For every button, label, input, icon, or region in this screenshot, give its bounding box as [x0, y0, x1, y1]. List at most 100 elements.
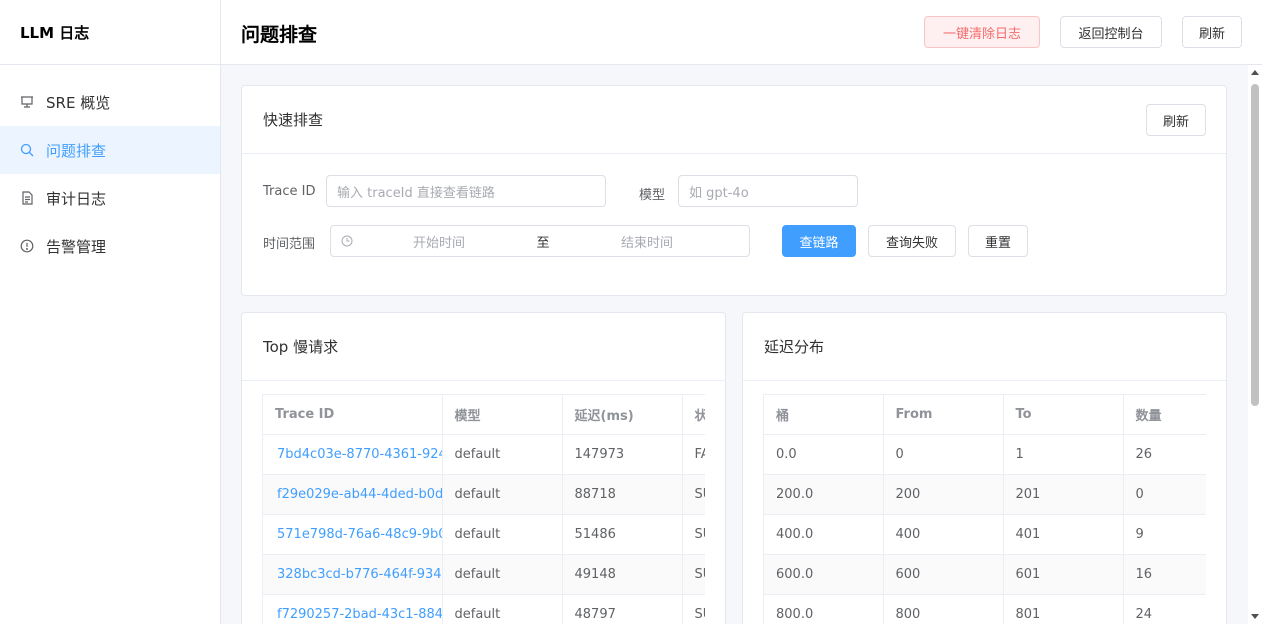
table-cell: 0	[1123, 474, 1206, 515]
trace-id-label: Trace ID	[263, 184, 316, 199]
table-cell: default	[442, 554, 563, 595]
table-header-row: 桶 From To 数量	[764, 395, 1206, 435]
range-separator: 至	[536, 235, 550, 251]
table-cell: 200.0	[764, 474, 884, 515]
table-cell: 51486	[562, 514, 683, 555]
table-cell: FAILED	[682, 434, 705, 475]
table-cell: 401	[1003, 514, 1124, 555]
table-row: 600.0 600 601 16	[764, 554, 1206, 595]
scroll-down-arrow-icon[interactable]	[1251, 614, 1259, 619]
table-cell: 49148	[562, 554, 683, 595]
end-time-input[interactable]: 结束时间	[561, 232, 733, 251]
quick-troubleshoot-card: 快速排查 刷新 Trace ID 输入 traceId 直接查看链路 模型 如 …	[241, 85, 1227, 296]
column-header[interactable]: 状态	[682, 395, 705, 435]
sidebar-item-label: SRE 概览	[46, 93, 111, 112]
trace-id-link[interactable]: f29e029e-ab44-4ded-b0d8	[263, 474, 443, 515]
app-title: LLM 日志	[0, 0, 220, 65]
column-header[interactable]: 数量	[1123, 395, 1206, 435]
trace-id-link[interactable]: 328bc3cd-b776-464f-934d	[263, 554, 443, 595]
table-cell: 400.0	[764, 514, 884, 555]
back-to-console-button[interactable]: 返回控制台	[1060, 16, 1162, 48]
quick-refresh-button[interactable]: 刷新	[1146, 104, 1206, 136]
sidebar-item-troubleshoot[interactable]: 问题排查	[0, 126, 220, 174]
slow-card-title: Top 慢请求	[263, 338, 339, 356]
time-range-picker[interactable]: 开始时间 至 结束时间	[330, 225, 750, 257]
time-range-label: 时间范围	[263, 237, 316, 252]
sidebar-item-label: 告警管理	[46, 237, 107, 256]
clock-icon	[341, 235, 353, 247]
quick-card-title: 快速排查	[263, 111, 324, 129]
sidebar-menu: SRE 概览 问题排查 审计日志 告警管理	[0, 78, 220, 270]
scrollbar-thumb[interactable]	[1251, 84, 1259, 406]
clear-logs-button[interactable]: 一键清除日志	[924, 16, 1040, 48]
query-failures-button[interactable]: 查询失败	[868, 225, 956, 257]
sidebar-item-label: 审计日志	[46, 189, 107, 208]
table-cell: default	[442, 434, 563, 475]
reset-button[interactable]: 重置	[968, 225, 1028, 257]
column-header[interactable]: Trace ID	[263, 395, 443, 435]
trace-id-link[interactable]: 7bd4c03e-8770-4361-9245	[263, 434, 443, 475]
trace-id-link[interactable]: 571e798d-76a6-48c9-9b07	[263, 514, 443, 555]
table-cell: 201	[1003, 474, 1124, 515]
table-cell: 9	[1123, 514, 1206, 555]
table-cell: 400	[883, 514, 1004, 555]
column-header[interactable]: 模型	[442, 395, 563, 435]
table-header-row: Trace ID 模型 延迟(ms) 状态	[263, 395, 705, 435]
table-row: 400.0 400 401 9	[764, 514, 1206, 555]
table-cell: 0	[883, 434, 1004, 475]
table-cell: SUCCESS	[682, 554, 705, 595]
page-scrollbar[interactable]	[1248, 65, 1262, 624]
trace-id-input[interactable]: 输入 traceId 直接查看链路	[326, 175, 606, 207]
column-header[interactable]: To	[1003, 395, 1124, 435]
table-cell: 16	[1123, 554, 1206, 595]
table-row: 7bd4c03e-8770-4361-9245 default 147973 F…	[263, 434, 705, 475]
table-cell: 800.0	[764, 594, 884, 624]
slow-requests-table: Trace ID 模型 延迟(ms) 状态 7bd4c03e-8770-4361…	[262, 394, 705, 624]
sidebar-item-alerts[interactable]: 告警管理	[0, 222, 220, 270]
table-row: 571e798d-76a6-48c9-9b07 default 51486 SU…	[263, 514, 705, 555]
latency-distribution-card: 延迟分布 桶 From To 数量 0.0 0 1 26 200.0 200 2…	[742, 312, 1227, 624]
table-cell: 1	[1003, 434, 1124, 475]
table-cell: 147973	[562, 434, 683, 475]
table-cell: 24	[1123, 594, 1206, 624]
table-cell: 200	[883, 474, 1004, 515]
query-trace-button[interactable]: 查链路	[782, 225, 856, 257]
latency-table: 桶 From To 数量 0.0 0 1 26 200.0 200 201 0 …	[763, 394, 1206, 624]
column-header[interactable]: From	[883, 395, 1004, 435]
page-header: 问题排查 一键清除日志 返回控制台 刷新	[221, 0, 1262, 65]
alert-circle-icon	[20, 239, 34, 253]
table-cell: default	[442, 474, 563, 515]
latency-card-header: 延迟分布	[743, 313, 1226, 381]
table-cell: 26	[1123, 434, 1206, 475]
slow-card-header: Top 慢请求	[242, 313, 725, 381]
search-icon	[20, 143, 34, 157]
table-cell: 48797	[562, 594, 683, 624]
model-input[interactable]: 如 gpt-4o	[678, 175, 858, 207]
table-row: 800.0 800 801 24	[764, 594, 1206, 624]
slow-requests-card: Top 慢请求 Trace ID 模型 延迟(ms) 状态 7bd4c03e-8…	[241, 312, 726, 624]
sidebar-item-sre-overview[interactable]: SRE 概览	[0, 78, 220, 126]
table-cell: 800	[883, 594, 1004, 624]
sidebar-item-audit-log[interactable]: 审计日志	[0, 174, 220, 222]
model-label: 模型	[639, 188, 666, 203]
page-title: 问题排查	[241, 24, 318, 46]
table-row: f7290257-2bad-43c1-884c default 48797 SU…	[263, 594, 705, 624]
table-row: 328bc3cd-b776-464f-934d default 49148 SU…	[263, 554, 705, 595]
table-row: 0.0 0 1 26	[764, 434, 1206, 475]
table-cell: SUCCESS	[682, 474, 705, 515]
column-header[interactable]: 延迟(ms)	[562, 395, 683, 435]
column-header[interactable]: 桶	[764, 395, 884, 435]
table-cell: SUCCESS	[682, 514, 705, 555]
start-time-input[interactable]: 开始时间	[353, 232, 525, 251]
trace-id-link[interactable]: f7290257-2bad-43c1-884c	[263, 594, 443, 624]
table-cell: 600.0	[764, 554, 884, 595]
table-cell: 601	[1003, 554, 1124, 595]
table-row: f29e029e-ab44-4ded-b0d8 default 88718 SU…	[263, 474, 705, 515]
table-row: 200.0 200 201 0	[764, 474, 1206, 515]
document-icon	[20, 191, 34, 205]
scroll-up-arrow-icon[interactable]	[1251, 70, 1259, 75]
table-cell: SUCCESS	[682, 594, 705, 624]
table-cell: 801	[1003, 594, 1124, 624]
header-refresh-button[interactable]: 刷新	[1182, 16, 1242, 48]
table-cell: 600	[883, 554, 1004, 595]
